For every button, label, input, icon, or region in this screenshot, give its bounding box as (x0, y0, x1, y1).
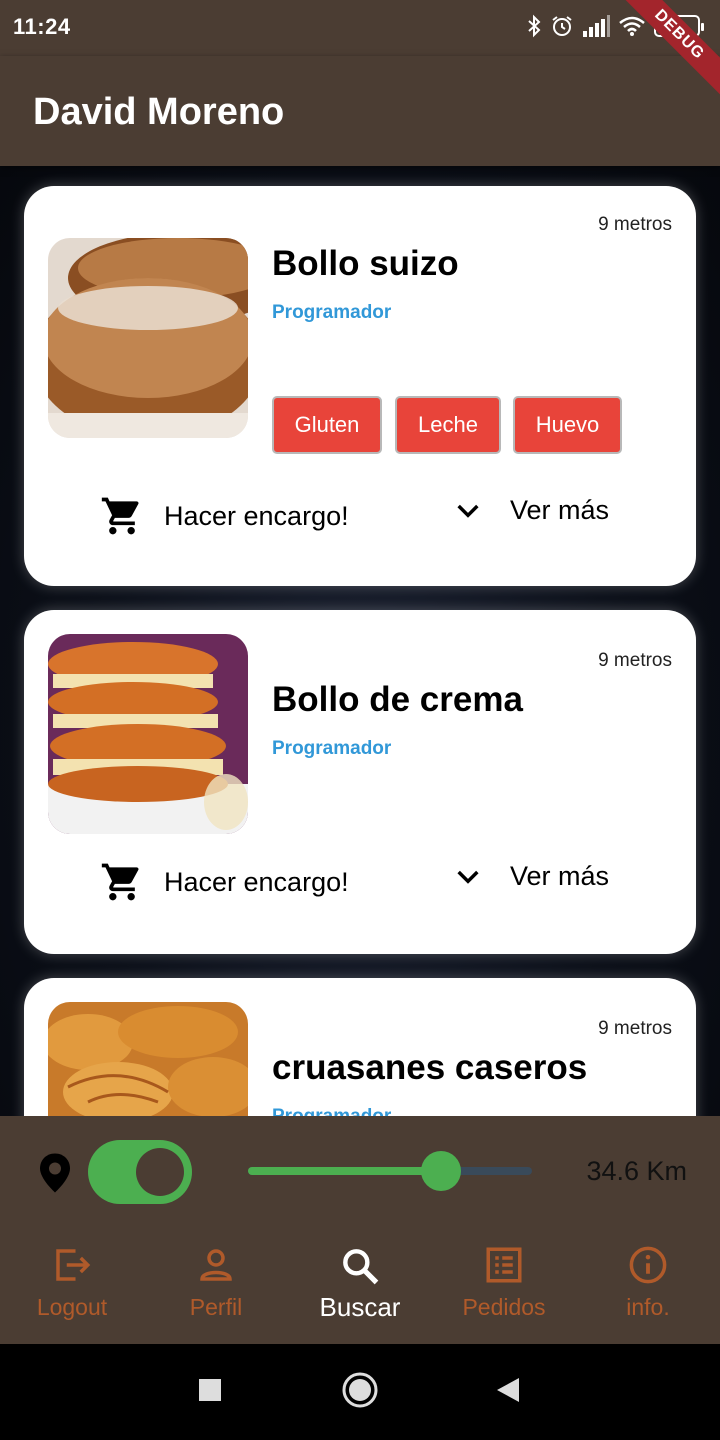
product-photo (48, 1002, 248, 1116)
order-label: Hacer encargo! (164, 500, 349, 531)
triangle-back-icon (495, 1376, 521, 1409)
see-more-label: Ver más (510, 494, 610, 525)
nav-label: Logout (36, 1294, 108, 1320)
system-nav-bar (0, 1344, 720, 1440)
location-toggle[interactable] (88, 1140, 192, 1204)
list-icon (432, 1244, 576, 1286)
distance-slider[interactable] (248, 1151, 532, 1191)
nav-buscar[interactable]: Buscar (288, 1244, 432, 1323)
cart-icon (100, 494, 144, 538)
alarm-icon (550, 14, 574, 38)
distance-label: 9 metros (598, 1018, 672, 1039)
location-pin-icon (37, 1152, 73, 1199)
signal-icon (582, 15, 610, 37)
page-title: David Moreno (33, 91, 285, 133)
product-photo (48, 238, 248, 438)
product-title: Bollo suizo (272, 244, 459, 283)
status-time: 11:24 (13, 14, 71, 39)
order-label: Hacer encargo! (164, 866, 349, 897)
see-more-button[interactable]: Ver más (452, 494, 609, 526)
allergen-chip[interactable]: Gluten (272, 396, 382, 454)
chevron-down-icon (452, 860, 484, 892)
distance-label: 9 metros (598, 650, 672, 671)
product-photo (48, 634, 248, 834)
app-bar: David Moreno (0, 56, 720, 166)
nav-label: Buscar (319, 1292, 401, 1322)
recents-button[interactable] (180, 1344, 240, 1440)
toggle-thumb (136, 1148, 184, 1196)
nav-perfil[interactable]: Perfil (144, 1244, 288, 1321)
slider-thumb[interactable] (421, 1151, 462, 1191)
circle-icon (341, 1371, 379, 1414)
nav-label: info. (626, 1294, 670, 1320)
see-more-button[interactable]: Ver más (452, 860, 609, 892)
info-icon (576, 1244, 720, 1286)
allergen-chip[interactable]: Leche (395, 396, 501, 454)
nav-pedidos[interactable]: Pedidos (432, 1244, 576, 1321)
product-title: Bollo de crema (272, 680, 523, 719)
distance-label: 9 metros (598, 214, 672, 235)
home-button[interactable] (330, 1344, 390, 1440)
status-bar: 11:24 51 (0, 0, 720, 56)
bluetooth-icon (526, 14, 542, 38)
see-more-label: Ver más (510, 860, 610, 891)
search-icon (288, 1244, 432, 1288)
product-card[interactable]: 9 metros cruasanes caseros Programador (24, 978, 696, 1116)
order-button[interactable]: Hacer encargo! (100, 860, 349, 904)
seller-role: Programador (272, 302, 392, 323)
distance-value: 34.6 Km (586, 1156, 687, 1186)
order-button[interactable]: Hacer encargo! (100, 494, 349, 538)
chevron-down-icon (452, 494, 484, 526)
slider-fill (248, 1167, 442, 1175)
seller-role: Programador (272, 1106, 391, 1116)
back-button[interactable] (478, 1344, 538, 1440)
product-card[interactable]: 9 metros Bollo suizo Programador Gluten … (24, 186, 696, 586)
cart-icon (100, 860, 144, 904)
wifi-icon (618, 15, 646, 37)
product-card[interactable]: 9 metros Bollo de crema Programador Hace… (24, 610, 696, 954)
person-icon (144, 1244, 288, 1286)
nav-label: Perfil (189, 1294, 243, 1320)
nav-logout[interactable]: Logout (0, 1244, 144, 1321)
nav-info[interactable]: info. (576, 1244, 720, 1321)
product-list[interactable]: 9 metros Bollo suizo Programador Gluten … (0, 166, 720, 1116)
allergen-chip[interactable]: Huevo (513, 396, 622, 454)
product-title: cruasanes caseros (272, 1048, 588, 1087)
seller-role: Programador (272, 738, 392, 759)
nav-label: Pedidos (462, 1294, 546, 1320)
logout-icon (0, 1244, 144, 1286)
square-icon (198, 1378, 222, 1407)
